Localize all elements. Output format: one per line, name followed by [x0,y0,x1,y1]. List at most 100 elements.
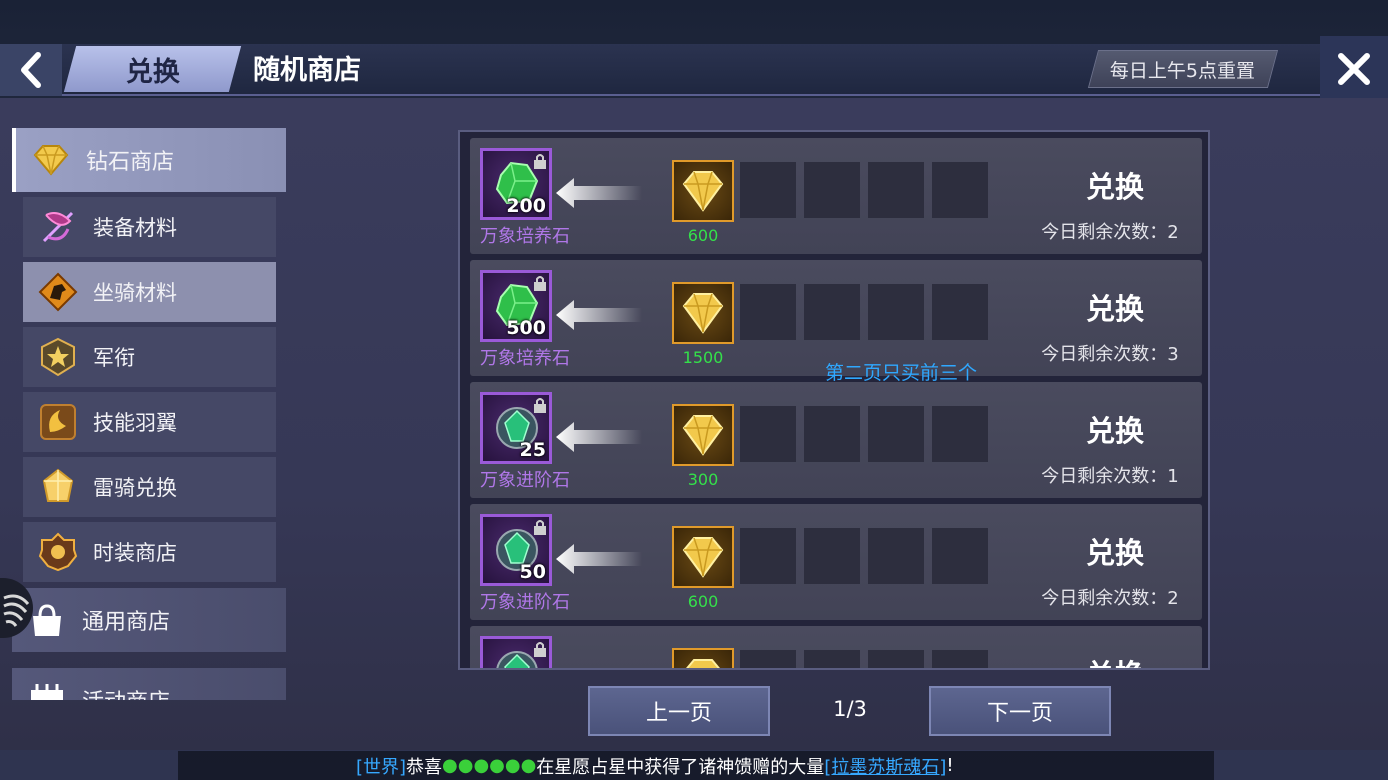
sidebar-item-thunder-mount-exchange[interactable]: 雷骑兑换 [23,457,276,517]
sidebar-item-general-shop[interactable]: 通用商店 [12,588,286,652]
cost-slot[interactable] [672,404,734,466]
shop-row: 25 万象进阶石 300 兑换 今日剩余次数：1 [470,382,1202,498]
diamond-icon [30,139,72,181]
empty-slot [932,528,988,584]
bow-icon [37,206,79,248]
item-slot[interactable] [480,636,552,668]
item-slot[interactable]: 200 [480,148,552,220]
close-button[interactable] [1320,36,1388,102]
exchange-button[interactable]: 兑换 [1060,164,1170,206]
lock-icon [534,520,546,535]
empty-slot [868,528,924,584]
item-name: 万象进阶石 [480,470,570,491]
sidebar-item-label: 钻石商店 [86,150,175,175]
annotation-note: 第二页只买前三个 [825,362,978,384]
next-page-button[interactable]: 下一页 [929,686,1111,736]
yellow-diamond-icon [682,537,724,578]
arrow-left-icon [556,300,642,330]
floating-assist-button[interactable] [0,578,33,638]
shop-list: 200 万象培养石 600 兑换 今日剩余次数：2 500 万象培养石 1500… [458,130,1210,670]
sidebar-item-label: 时装商店 [93,541,177,565]
exchange-button[interactable]: 兑换 [1060,286,1170,328]
sidebar-item-label: 军衔 [93,346,135,370]
cost-value: 1500 [682,348,724,367]
exchange-button[interactable]: 兑换 [1060,408,1170,450]
remaining-count: 今日剩余次数：2 [1041,222,1179,243]
sidebar-item-event-shop[interactable]: 活动商店 [12,668,286,700]
sidebar-item-label: 坐骑材料 [93,281,177,305]
exchange-button[interactable]: 兑换 [1060,530,1170,572]
sidebar-item-mount-materials[interactable]: 坐骑材料 [23,262,276,322]
sidebar-item-label: 技能羽翼 [93,411,177,435]
sidebar-item-skill-wings[interactable]: 技能羽翼 [23,392,276,452]
cost-slot[interactable] [672,282,734,344]
item-name: 万象进阶石 [480,592,570,613]
item-quantity: 500 [506,317,546,339]
chat-item-link[interactable]: [拉墨苏斯魂石] [824,753,946,779]
page-title: 随机商店 [253,55,361,86]
sidebar-item-equipment-materials[interactable]: 装备材料 [23,197,276,257]
sidebar-item-diamond-shop[interactable]: 钻石商店 [12,128,286,192]
lock-icon [534,276,546,291]
cost-value: 300 [687,470,719,489]
item-slot[interactable]: 50 [480,514,552,586]
empty-slot [932,406,988,462]
cost-value: 600 [687,226,719,245]
wing-icon [37,401,79,443]
rank-star-icon [37,336,79,378]
yellow-diamond-icon [682,415,724,456]
lock-icon [534,398,546,413]
empty-slot [932,162,988,218]
back-button[interactable] [0,44,62,96]
empty-slot [868,406,924,462]
empty-slot [740,162,796,218]
sidebar-item-label: 活动商店 [82,684,170,700]
calendar-icon [26,679,68,700]
world-chat-bar[interactable]: [世界] 恭喜 ●●●●●● 在星愿占星中获得了诸神馈赠的大量 [拉墨苏斯魂石]… [178,751,1214,780]
cost-slot[interactable] [672,160,734,222]
close-icon [1338,53,1370,85]
item-name: 万象培养石 [480,226,570,247]
reset-notice-text: 每日上午5点重置 [1110,59,1256,82]
item-slot[interactable]: 500 [480,270,552,342]
remaining-count: 今日剩余次数：2 [1041,588,1179,609]
fingerprint-icon [3,594,30,627]
item-slot[interactable]: 25 [480,392,552,464]
cost-value: 600 [687,592,719,611]
empty-slot [740,406,796,462]
empty-slot [804,284,860,340]
cost-slot[interactable] [672,648,734,668]
sidebar-item-label: 装备材料 [93,216,177,240]
empty-slot [868,162,924,218]
empty-slot [804,162,860,218]
tab-exchange[interactable]: 兑换 [63,46,242,92]
remaining-count: 今日剩余次数：1 [1041,466,1179,487]
chat-channel: [世界] [356,756,407,778]
remaining-count: 今日剩余次数：3 [1041,344,1179,365]
empty-slot [804,406,860,462]
prev-page-button[interactable]: 上一页 [588,686,770,736]
lock-icon [534,154,546,169]
yellow-diamond-icon [682,171,724,212]
chevron-left-icon [21,52,41,88]
sidebar-item-military-rank[interactable]: 军衔 [23,327,276,387]
empty-slot [932,650,988,668]
empty-slot [740,650,796,668]
sidebar: 钻石商店 装备材料 坐骑材料 军衔 技能羽翼 雷骑兑换 时装商店 通用商店 [0,120,290,700]
lock-icon [534,642,546,657]
sidebar-item-fashion-shop[interactable]: 时装商店 [23,522,276,582]
page-indicator: 1/3 [833,697,867,721]
sidebar-item-label: 雷骑兑换 [93,476,177,500]
yellow-diamond-icon [686,659,720,668]
empty-slot [932,284,988,340]
chat-message: 在星愿占星中获得了诸神馈赠的大量 [536,756,825,778]
empty-slot [868,650,924,668]
chat-masked-name: ●●●●●● [442,755,537,776]
yellow-diamond-icon [682,293,724,334]
exchange-button[interactable]: 兑换 [1060,652,1170,668]
fashion-badge-icon [37,531,79,573]
crystal-icon [37,466,79,508]
horse-icon [37,271,79,313]
tab-exchange-label: 兑换 [125,56,180,88]
cost-slot[interactable] [672,526,734,588]
